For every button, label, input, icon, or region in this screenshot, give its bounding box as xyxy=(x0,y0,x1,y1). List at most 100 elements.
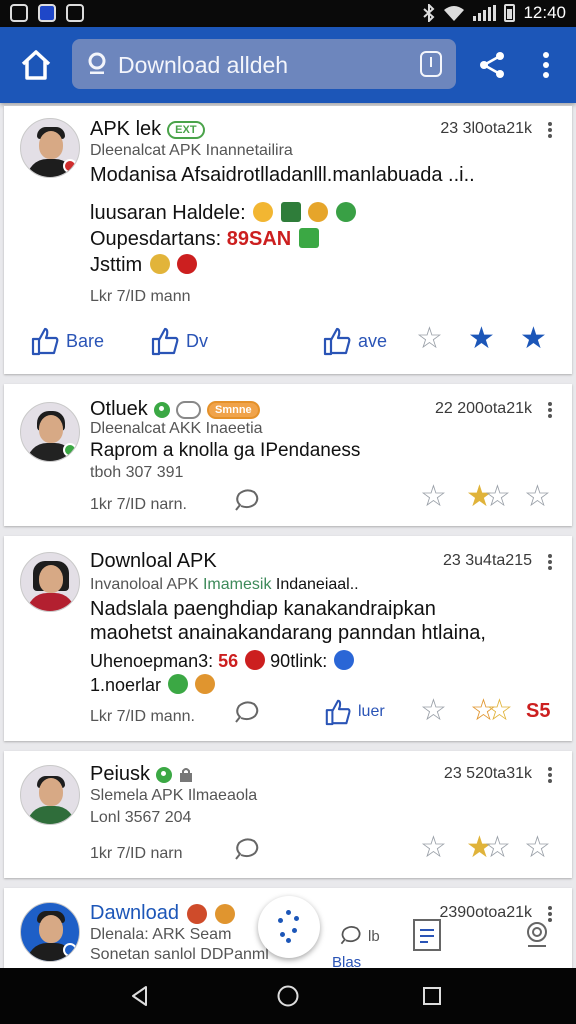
post-card[interactable]: Downloal APK 23 3u4ta215 Invanoloal APK … xyxy=(4,536,572,741)
comment-button[interactable]: lb xyxy=(338,924,380,948)
emoji-icon xyxy=(308,202,329,222)
notification-shield-icon xyxy=(38,4,56,22)
save-button[interactable]: ave xyxy=(322,326,387,356)
post-meta: 1kr 7/ID narn xyxy=(90,845,183,862)
post-text-line: Oupesdartans: 89SAN xyxy=(90,228,319,251)
star-icon[interactable]: ☆ xyxy=(484,482,511,512)
notification-file-icon xyxy=(66,4,84,22)
notification-app-icon xyxy=(10,4,28,22)
avatar[interactable] xyxy=(20,902,80,962)
post-text-line: Lonl 3567 204 xyxy=(90,809,192,826)
star-icon[interactable]: ☆ xyxy=(484,833,511,863)
notification-icons xyxy=(10,4,84,22)
system-nav-bar xyxy=(0,968,576,1024)
post-text-line: tboh 307 391 xyxy=(90,464,184,481)
back-icon[interactable] xyxy=(128,984,152,1008)
post-menu-icon[interactable] xyxy=(548,554,552,570)
verified-icon xyxy=(156,766,173,783)
post-subtitle: Invanoloal APK Imamesik Indaneiaal.. xyxy=(90,576,359,593)
dislike-button[interactable]: Dv xyxy=(150,326,208,356)
ext-badge xyxy=(175,400,201,419)
star-icon[interactable]: ☆ xyxy=(420,482,447,512)
recents-icon[interactable] xyxy=(420,984,444,1008)
post-card[interactable]: APK lek EXT 23 3l0ota21k Dleenalcat APK … xyxy=(4,106,572,374)
star-icon[interactable]: ☆ xyxy=(420,696,447,726)
avatar[interactable] xyxy=(20,765,80,825)
like-button[interactable]: Bare xyxy=(30,326,104,356)
star-icon[interactable]: ★ xyxy=(468,324,495,354)
post-meta: 1kr 7/ID narn. xyxy=(90,496,187,513)
wifi-icon xyxy=(444,6,465,21)
search-bar[interactable]: Download alldeh xyxy=(72,39,456,89)
star-icon[interactable]: ★ xyxy=(520,324,547,354)
emoji-icon xyxy=(186,903,207,924)
author-badge: EXT xyxy=(167,120,205,139)
post-text-line: Raprom a knolla ga IPendaness xyxy=(90,440,361,461)
star-icon[interactable]: ☆ xyxy=(524,833,551,863)
post-card[interactable]: Otluek Smnne 22 200ota21k Dleenalcat AKK… xyxy=(4,384,572,526)
emoji-icon xyxy=(298,228,319,248)
verified-icon xyxy=(153,401,170,418)
emoji-icon xyxy=(168,674,189,694)
home-icon[interactable] xyxy=(18,47,54,83)
star-half-icon[interactable]: ☆ xyxy=(486,696,513,726)
post-subtitle: Dleenalcat APK Inannetailira xyxy=(90,142,293,159)
post-time: 23 520ta31k xyxy=(443,765,532,782)
post-text-line: Sonetan sanlol DDPanml xyxy=(90,946,269,963)
post-time: 22 200ota21k xyxy=(435,400,532,417)
post-author[interactable]: Peiusk xyxy=(90,763,150,786)
post-subtitle: Slemela APK Ilmaeaola xyxy=(90,787,258,804)
post-subtitle: Dlenala: ARK Seam xyxy=(90,926,232,943)
document-icon[interactable] xyxy=(412,918,442,952)
post-menu-icon[interactable] xyxy=(548,402,552,418)
avatar[interactable] xyxy=(20,402,80,462)
post-text-line: 1.noerlar xyxy=(90,674,216,696)
post-text-line: Nadslala paenghdiap kanakandraipkan xyxy=(90,598,436,620)
post-meta: Lkr 7/ID mann. xyxy=(90,708,195,725)
post-author[interactable]: Downloal APK xyxy=(90,550,217,573)
share-icon[interactable] xyxy=(478,51,506,79)
post-menu-icon[interactable] xyxy=(548,122,552,138)
more-vertical-icon[interactable] xyxy=(536,51,556,79)
loading-fab[interactable] xyxy=(258,896,320,958)
star-icon[interactable]: ☆ xyxy=(420,833,447,863)
like-button[interactable]: luer xyxy=(324,698,385,726)
post-text-line: Jsttim xyxy=(90,254,198,277)
post-author[interactable]: APK lek xyxy=(90,118,161,141)
app-bar: Download alldeh xyxy=(0,27,576,103)
lock-icon xyxy=(180,767,193,782)
post-author[interactable]: Otluek xyxy=(90,398,148,421)
post-author[interactable]: Dawnload xyxy=(90,902,179,925)
post-action-label: Blas xyxy=(332,954,362,968)
settings-icon[interactable] xyxy=(522,918,552,950)
emoji-icon xyxy=(214,903,235,924)
emoji-icon xyxy=(280,202,301,222)
search-icon xyxy=(88,52,106,74)
post-text-line: Uhenoepman3: 56 90tlink: xyxy=(90,650,355,672)
comment-icon[interactable] xyxy=(232,488,260,514)
post-meta: Lkr 7/ID mann xyxy=(90,288,191,305)
post-menu-icon[interactable] xyxy=(548,767,552,783)
emoji-icon xyxy=(195,674,216,694)
emoji-icon xyxy=(334,650,355,670)
star-icon[interactable]: ☆ xyxy=(524,482,551,512)
like-icon xyxy=(31,327,59,356)
star-icon[interactable]: ☆ xyxy=(416,324,443,354)
avatar[interactable] xyxy=(20,552,80,612)
post-text-line: luusaran Haldele: xyxy=(90,202,356,225)
signal-icon xyxy=(473,5,497,21)
post-time: 2390otoa21k xyxy=(439,904,532,921)
comment-icon[interactable] xyxy=(232,700,260,726)
rating-label: S5 xyxy=(526,700,551,722)
home-nav-icon[interactable] xyxy=(276,984,300,1008)
post-subtitle: Dleenalcat AKK Inaeetia xyxy=(90,420,263,437)
comment-icon[interactable] xyxy=(232,837,260,863)
status-time: 12:40 xyxy=(523,3,566,22)
comment-icon xyxy=(340,926,361,945)
status-bar: 12:40 xyxy=(0,0,576,27)
emoji-icon xyxy=(149,254,170,274)
author-badge: Smnne xyxy=(206,400,260,419)
clipboard-icon[interactable] xyxy=(420,51,442,77)
post-card[interactable]: Peiusk 23 520ta31k Slemela APK Ilmaeaola… xyxy=(4,751,572,878)
avatar[interactable] xyxy=(20,118,80,178)
